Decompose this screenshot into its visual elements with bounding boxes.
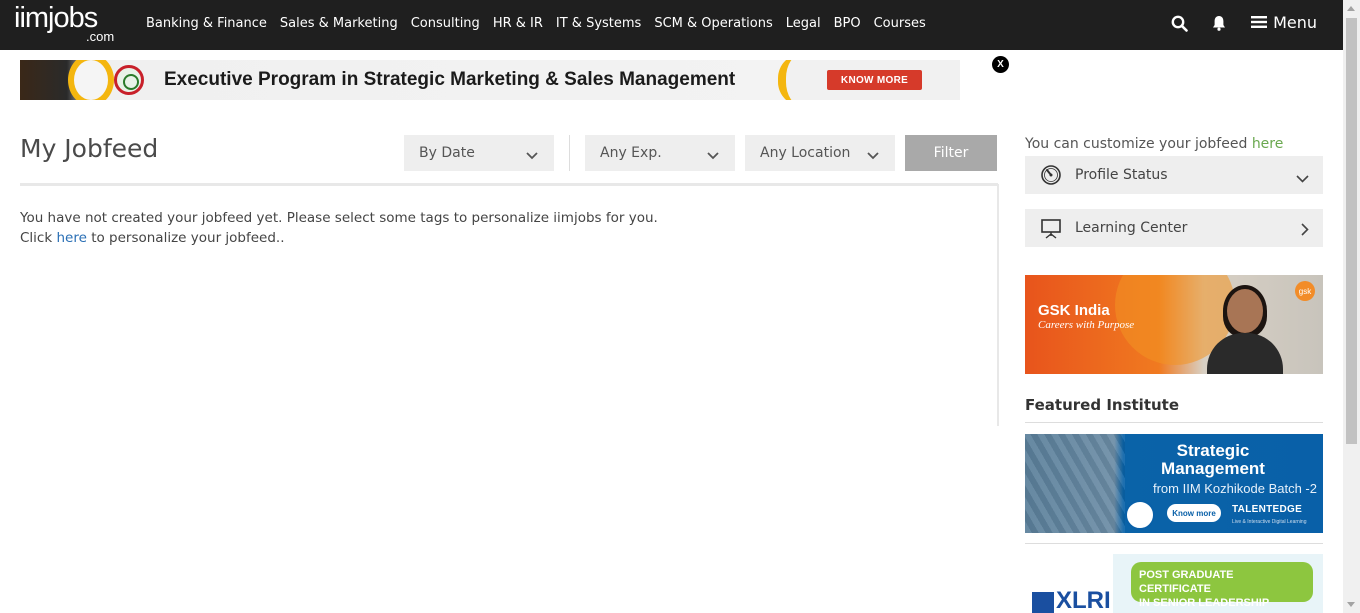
customize-link[interactable]: here xyxy=(1252,136,1284,152)
chevron-down-icon xyxy=(867,148,879,164)
nav-actions: Menu xyxy=(1149,13,1317,33)
banner-decoration-left xyxy=(68,60,114,100)
strategic-management-ad[interactable]: Strategic Management from IIM Kozhikode … xyxy=(1025,434,1323,533)
logo-suffix: .com xyxy=(86,29,115,44)
search-icon[interactable] xyxy=(1169,13,1189,33)
gauge-icon xyxy=(1040,164,1062,186)
message-line-2: Click here to personalize your jobfeed.. xyxy=(20,228,658,248)
chevron-down-icon xyxy=(526,148,538,164)
xlri-emblem-icon xyxy=(1032,592,1054,613)
xlri-badge-line-2: IN SENIOR LEADERSHIP xyxy=(1139,597,1270,609)
message-click-text: Click xyxy=(20,230,53,246)
scroll-thumb[interactable] xyxy=(1346,18,1357,444)
ad-people-image xyxy=(1025,434,1125,533)
content-divider xyxy=(997,184,999,426)
headline-line-1: Strategic xyxy=(1176,441,1250,460)
iim-seal-icon xyxy=(1125,500,1155,530)
scroll-down-arrow-icon[interactable] xyxy=(1347,602,1355,607)
empty-jobfeed-message: You have not created your jobfeed yet. P… xyxy=(20,208,658,248)
nav-link-bpo[interactable]: BPO xyxy=(834,16,861,32)
xlri-logo-text: XLRI xyxy=(1056,587,1111,613)
customize-label: You can customize your jobfeed xyxy=(1025,136,1248,152)
presentation-board-icon xyxy=(1040,217,1062,239)
scroll-up-arrow-icon[interactable] xyxy=(1347,6,1355,11)
filter-button[interactable]: Filter xyxy=(905,135,997,171)
nav-link-legal[interactable]: Legal xyxy=(786,16,821,32)
nav-link-sales-marketing[interactable]: Sales & Marketing xyxy=(280,16,398,32)
gsk-ad-title: GSK India xyxy=(1038,302,1110,319)
page-title: My Jobfeed xyxy=(20,134,159,163)
bell-icon[interactable] xyxy=(1209,13,1229,33)
sort-by-value: By Date xyxy=(419,145,475,161)
profile-status-label: Profile Status xyxy=(1075,167,1168,183)
close-banner-button[interactable]: X xyxy=(992,56,1009,73)
message-line-1: You have not created your jobfeed yet. P… xyxy=(20,210,658,226)
site-logo[interactable]: iimjobs .com xyxy=(14,2,114,44)
featured-institute-heading: Featured Institute xyxy=(1025,396,1180,414)
ad-subline: from IIM Kozhikode Batch -2 xyxy=(1152,481,1317,496)
sort-by-select[interactable]: By Date xyxy=(404,135,554,171)
gsk-person-image xyxy=(1205,285,1285,374)
experience-value: Any Exp. xyxy=(600,145,662,161)
strategic-management-headline: Strategic Management xyxy=(1143,442,1283,478)
menu-label: Menu xyxy=(1273,13,1317,32)
nav-link-scm-operations[interactable]: SCM & Operations xyxy=(654,16,772,32)
logo-text: iimjobs xyxy=(14,2,98,34)
chevron-down-icon xyxy=(1296,168,1309,187)
location-value: Any Location xyxy=(760,145,851,161)
nav-link-consulting[interactable]: Consulting xyxy=(411,16,480,32)
ad-divider xyxy=(1025,543,1323,544)
filter-divider xyxy=(569,135,570,171)
xlri-badge-line-1: POST GRADUATE CERTIFICATE xyxy=(1139,569,1234,595)
chevron-right-icon xyxy=(1301,221,1309,240)
xlri-ad[interactable]: XLRI POST GRADUATE CERTIFICATE IN SENIOR… xyxy=(1025,554,1323,613)
nav-link-banking-finance[interactable]: Banking & Finance xyxy=(146,16,267,32)
personalize-link[interactable]: here xyxy=(56,230,86,246)
know-more-button[interactable]: KNOW MORE xyxy=(827,70,922,90)
know-more-ad-button[interactable]: Know more xyxy=(1167,504,1221,522)
talentedge-brand: TALENTEDGE xyxy=(1232,504,1303,515)
institute-seal-icon xyxy=(114,65,144,95)
headline-line-2: Management xyxy=(1161,459,1265,478)
page-scrollbar[interactable] xyxy=(1343,0,1360,613)
gsk-india-ad[interactable]: GSK India Careers with Purpose gsk xyxy=(1025,275,1323,374)
nav-link-it-systems[interactable]: IT & Systems xyxy=(556,16,641,32)
menu-button[interactable]: Menu xyxy=(1251,13,1317,33)
nav-link-courses[interactable]: Courses xyxy=(874,16,926,32)
learning-center-label: Learning Center xyxy=(1075,220,1188,236)
banner-headline: Executive Program in Strategic Marketing… xyxy=(164,69,736,90)
top-nav: iimjobs .com Banking & Finance Sales & M… xyxy=(0,0,1343,50)
message-rest-text: to personalize your jobfeed.. xyxy=(91,230,285,246)
learning-center-link[interactable]: Learning Center xyxy=(1025,209,1323,247)
featured-divider xyxy=(1025,422,1323,423)
location-select[interactable]: Any Location xyxy=(745,135,895,171)
experience-select[interactable]: Any Exp. xyxy=(585,135,735,171)
talentedge-tagline: Live & Interactive Digital Learning xyxy=(1232,519,1307,525)
xlri-program-badge: POST GRADUATE CERTIFICATE IN SENIOR LEAD… xyxy=(1131,562,1313,609)
ad-banner[interactable]: Executive Program in Strategic Marketing… xyxy=(20,60,960,100)
nav-link-hr-ir[interactable]: HR & IR xyxy=(493,16,543,32)
profile-status-toggle[interactable]: Profile Status xyxy=(1025,156,1323,194)
gsk-ad-tagline: Careers with Purpose xyxy=(1038,319,1135,331)
gsk-logo: gsk xyxy=(1295,281,1315,301)
customize-jobfeed-text: You can customize your jobfeed here xyxy=(1025,136,1283,152)
category-nav: Banking & Finance Sales & Marketing Cons… xyxy=(146,16,939,32)
header-divider xyxy=(20,183,998,186)
chevron-down-icon xyxy=(707,148,719,164)
hamburger-icon xyxy=(1251,14,1268,33)
